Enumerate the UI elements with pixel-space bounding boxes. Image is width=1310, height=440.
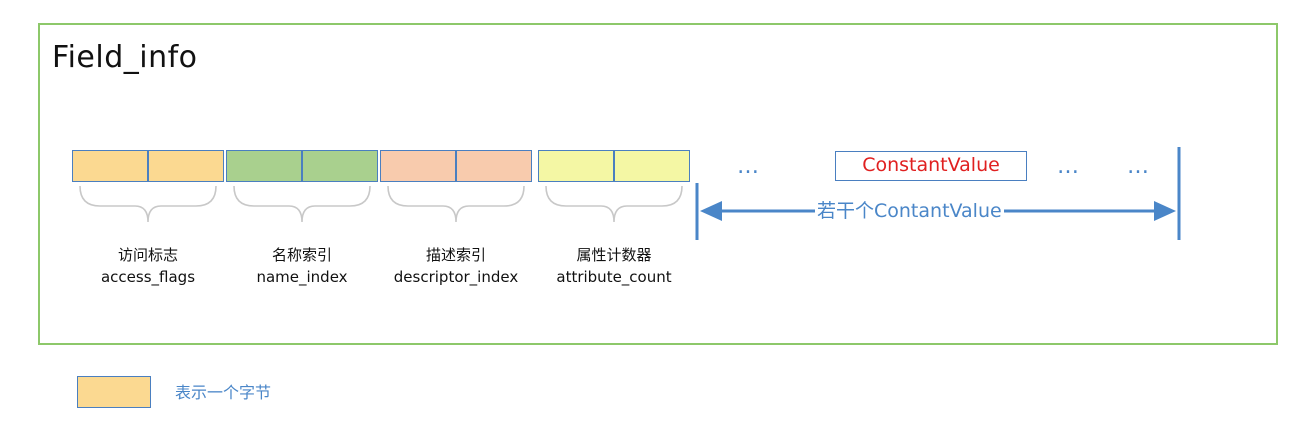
brace-access-flags: [79, 185, 217, 223]
field-label-attribute-count: 属性计数器 attribute_count: [534, 244, 694, 288]
legend-swatch: [77, 376, 151, 408]
brace-name-index: [233, 185, 371, 223]
brace-descriptor-index: [387, 185, 525, 223]
ellipsis-3: …: [1127, 154, 1151, 179]
field-en-label: attribute_count: [556, 268, 672, 286]
constant-value-box: ConstantValue: [835, 151, 1027, 181]
field-cn-label: 名称索引: [271, 246, 332, 264]
field-cn-label: 属性计数器: [576, 246, 652, 264]
arrow-label: 若干个ContantValue: [815, 198, 1004, 224]
arrow-head-right: [1154, 201, 1176, 221]
diagram-lines: [79, 147, 1181, 240]
legend-text: 表示一个字节: [175, 383, 272, 402]
field-label-access-flags: 访问标志 access_flags: [68, 244, 228, 288]
field-cn-label: 描述索引: [425, 246, 486, 264]
field-en-label: descriptor_index: [393, 268, 519, 286]
field-label-descriptor-index: 描述索引 descriptor_index: [376, 244, 536, 288]
ellipsis-1: …: [737, 154, 761, 179]
brace-attribute-count: [545, 185, 683, 223]
ellipsis-2: …: [1057, 154, 1081, 179]
field-cn-label: 访问标志: [117, 246, 178, 264]
arrow-head-left: [700, 201, 722, 221]
field-en-label: name_index: [256, 268, 348, 286]
field-en-label: access_flags: [100, 268, 196, 286]
field-label-name-index: 名称索引 name_index: [222, 244, 382, 288]
